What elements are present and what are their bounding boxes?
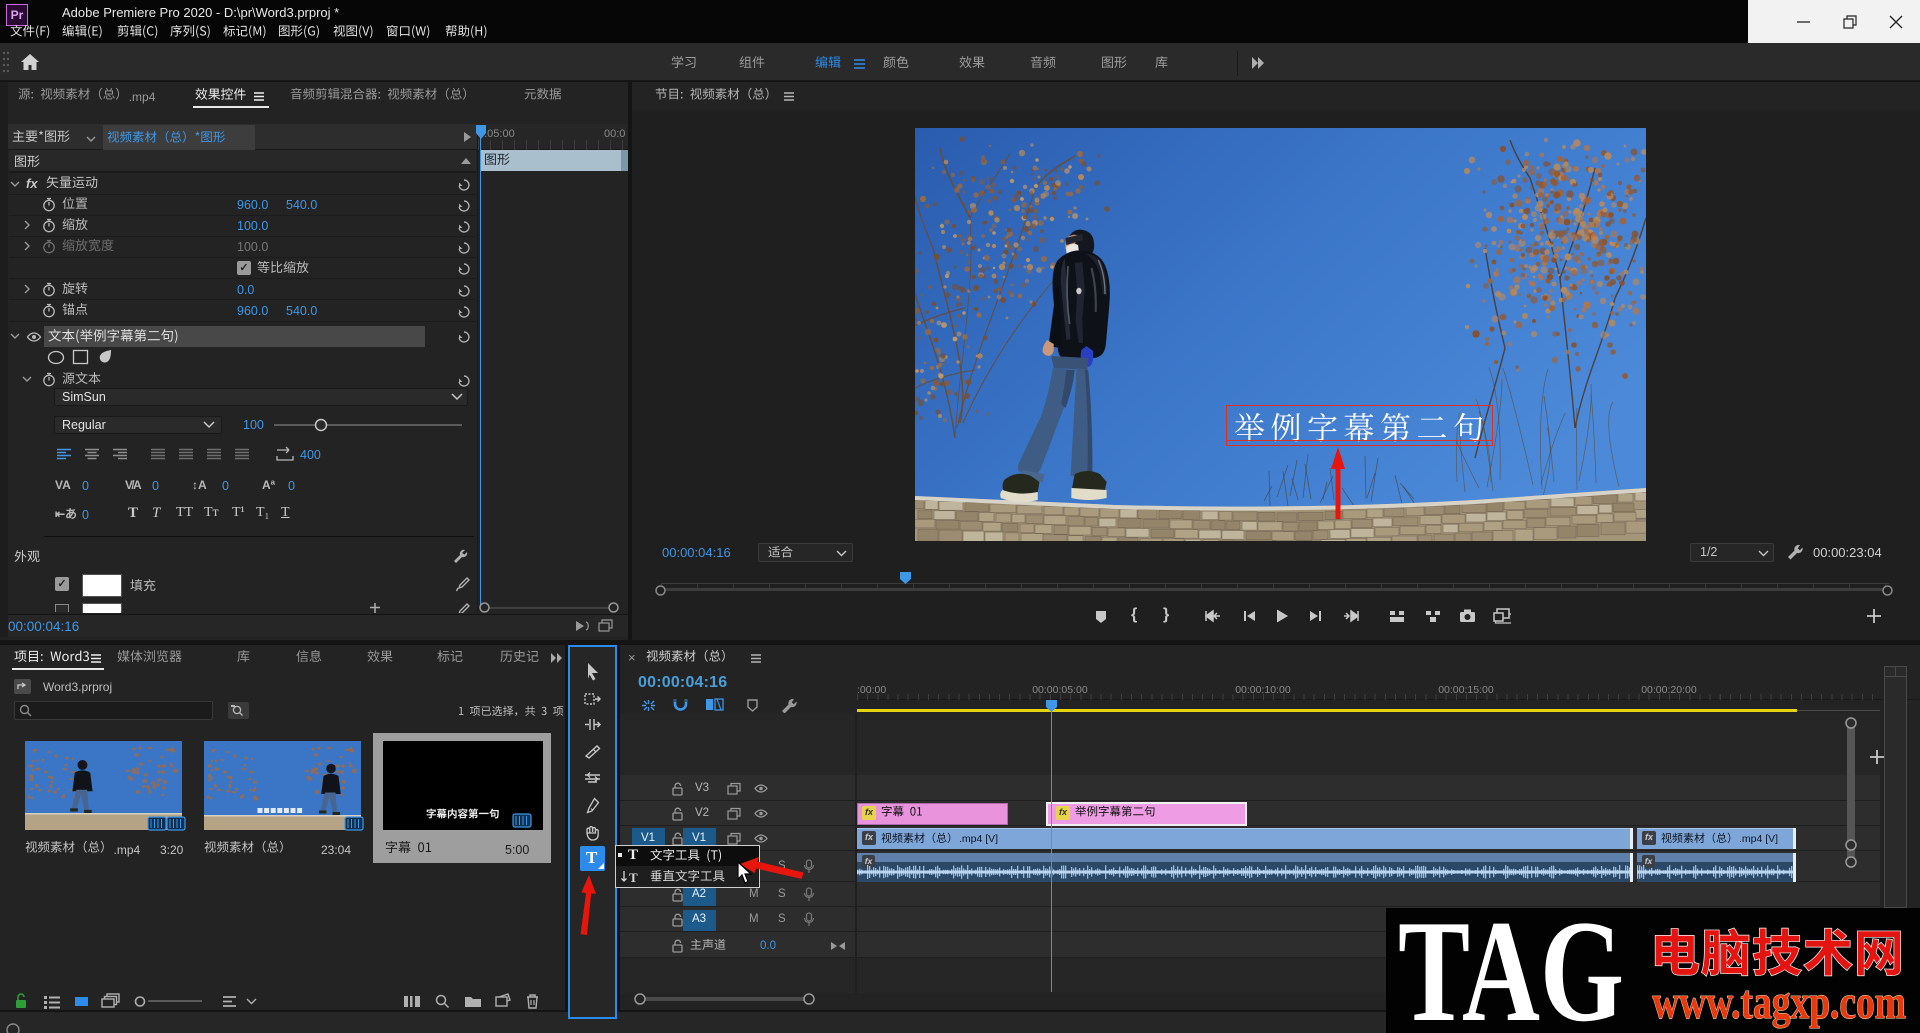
svg-text:⇤あ: ⇤あ (55, 507, 77, 521)
svg-text:Aª: Aª (262, 478, 276, 492)
svg-text:↕A: ↕A (192, 478, 207, 492)
svg-text:V̸A: V̸A (125, 478, 142, 492)
svg-text:TAG: TAG (1398, 898, 1624, 1030)
svg-text:www.tagxp.com: www.tagxp.com (1652, 976, 1906, 1029)
svg-text:T: T (629, 870, 638, 885)
svg-text:VA: VA (55, 478, 71, 492)
